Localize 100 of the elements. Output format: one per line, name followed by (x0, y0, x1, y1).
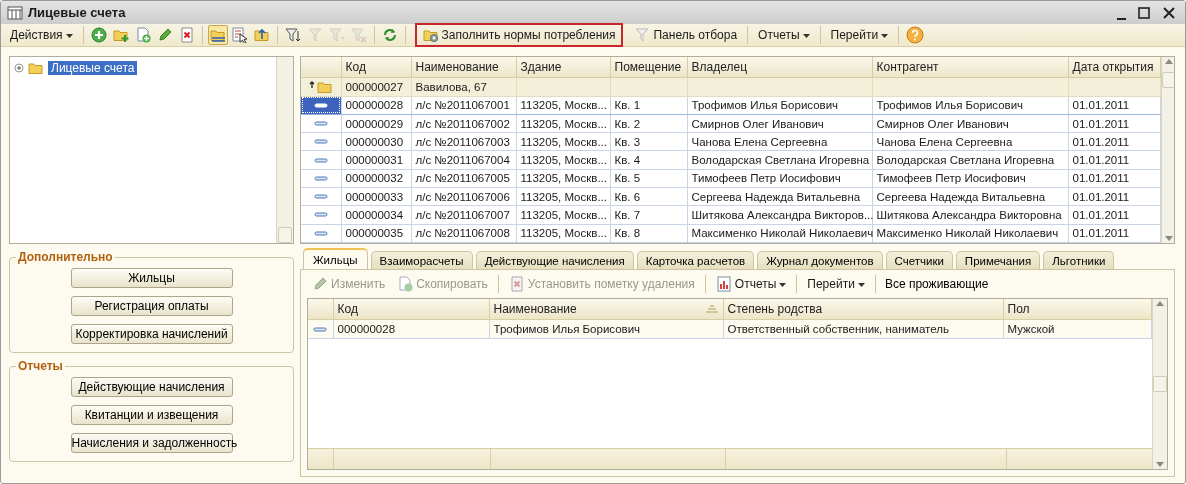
fill-norms-button[interactable]: Заполнить нормы потребления (414, 23, 624, 47)
column-header[interactable]: Наименование (489, 299, 723, 320)
scroll-thumb[interactable] (278, 227, 292, 243)
table-cell: 113205, Москв... (520, 227, 607, 240)
delete-icon (508, 276, 525, 292)
column-header[interactable]: Наименование (411, 57, 516, 78)
table-row[interactable]: 000000027 Вавилова, 67 (301, 77, 1160, 97)
tab[interactable]: Примечания (955, 251, 1041, 269)
folder-up-icon (253, 27, 270, 43)
scroll-thumb[interactable] (1161, 72, 1174, 88)
table-cell: Шитякова Александра Викторов... (691, 208, 874, 221)
column-header[interactable]: Степень родства (723, 299, 1003, 320)
table-cell: 01.01.2011 (1072, 154, 1130, 167)
select-icon (231, 27, 248, 43)
scrollbar[interactable] (1151, 299, 1167, 469)
table-cell: Трофимов Илья Борисович (691, 99, 839, 112)
column-header[interactable]: Здание (516, 57, 610, 78)
action-button[interactable]: Регистрация оплаты (70, 296, 233, 316)
filter-icon (306, 27, 323, 43)
action-button[interactable]: Корректировка начислений (70, 324, 233, 344)
column-header[interactable]: Код (341, 57, 411, 78)
table-row[interactable]: 000000030 л/с №2011067003 113205, Москв... Кв. 3 Чанова Елена Сергеевна Чанова Елена Сергеевна 01.01.2011 (301, 132, 1160, 151)
table-cell: 113205, Москв... (520, 117, 607, 130)
close-icon (1162, 5, 1176, 20)
row-icon (313, 138, 328, 146)
table-cell: л/с №2011067003 (415, 135, 510, 148)
table-cell: Володарская Светлана Игоревна (876, 154, 1055, 167)
table-row[interactable]: 000000033 л/с №2011067006 113205, Москв... Кв. 6 Сергеева Надежда Витальевна Сергеева Надежда Витальевна 01.01.2011 (301, 187, 1160, 206)
folder-add-icon (112, 27, 129, 43)
table-cell: Кв. 2 (614, 117, 641, 130)
caret-icon (779, 281, 787, 287)
scroll-thumb[interactable] (1152, 376, 1167, 392)
table-row[interactable]: 000000031 л/с №2011067004 113205, Москв... Кв. 4 Володарская Светлана Игоревна Володарская Светлана Игоревна 01.01.2011 (301, 150, 1160, 170)
table-row[interactable]: 000000032 л/с №2011067005 113205, Москв... Кв. 5 Тимофеев Петр Иосифович Тимофеев Петр Иосифович 01.01.2011 (301, 169, 1160, 188)
filter-panel-button[interactable]: Панель отбора (629, 25, 743, 45)
table-cell: 000000028 (337, 323, 396, 335)
scrollbar[interactable] (276, 57, 293, 243)
table-cell: Чанова Елена Сергеевна (876, 135, 1013, 148)
toolbar-button[interactable] (282, 25, 303, 45)
row-icon (313, 211, 328, 219)
table-row[interactable]: 000000028 Трофимов Илья Борисович Ответственный собственник, наниматель Мужской (308, 319, 1151, 339)
toolbar-button[interactable] (207, 25, 228, 45)
toolbar-button[interactable] (229, 25, 250, 45)
table-cell: л/с №2011067002 (415, 117, 510, 130)
scroll-down-icon (1154, 460, 1165, 469)
table-cell: 000000030 (345, 135, 404, 148)
toolbar-menu[interactable]: Перейти (825, 26, 894, 44)
column-header[interactable]: Контрагент (872, 57, 1068, 78)
table-row[interactable]: 000000034 л/с №2011067007 113205, Москв... Кв. 7 Шитякова Александра Викторов... Шитякова Александра Викторовна 01.01.2011 (301, 205, 1160, 225)
action-button[interactable]: Квитанции и извещения (70, 405, 233, 425)
tab[interactable]: Взаиморасчеты (370, 251, 473, 269)
maximize-icon (1137, 5, 1151, 20)
copy-icon (397, 276, 414, 292)
table-cell: Тимофеев Петр Иосифович (876, 172, 1026, 185)
tab[interactable]: Журнал документов (757, 251, 883, 269)
action-button[interactable]: Действующие начисления (70, 377, 233, 397)
table-cell: Кв. 7 (614, 208, 641, 221)
action-button[interactable]: Жильцы (70, 268, 233, 288)
column-header[interactable]: Дата открытия (1068, 57, 1160, 78)
table-cell: 000000033 (345, 190, 404, 203)
table-cell: л/с №2011067008 (415, 227, 510, 240)
table-cell: Трофимов Илья Борисович (876, 99, 1024, 112)
table-cell: 01.01.2011 (1072, 208, 1130, 221)
table-cell: Ответственный собственник, наниматель (727, 323, 949, 335)
column-header[interactable]: Пол (1003, 299, 1151, 320)
tab[interactable]: Действующие начисления (475, 251, 634, 269)
scroll-up-icon (1163, 57, 1174, 66)
actions-menu[interactable]: Действия (5, 26, 78, 44)
copy-icon (134, 27, 151, 43)
filter-icon (634, 27, 651, 43)
row-icon (313, 174, 328, 182)
all-residents-button[interactable]: Все проживающие (880, 276, 993, 292)
column-header[interactable]: Владелец (687, 57, 872, 78)
column-header[interactable]: Код (333, 299, 489, 320)
tab[interactable]: Льготники (1043, 251, 1115, 269)
tab[interactable]: Карточка расчетов (636, 251, 755, 269)
table-row[interactable]: 000000028 л/с №2011067001 113205, Москв... Кв. 1 Трофимов Илья Борисович Трофимов Илья Борисович 01.01.2011 (301, 96, 1160, 115)
toolbar-button[interactable] (88, 25, 109, 45)
tab[interactable]: Счетчики (885, 251, 953, 269)
table-cell: 000000029 (345, 117, 404, 130)
toolbar-menu[interactable]: Перейти (802, 275, 870, 293)
table-cell: Володарская Светлана Игоревна (691, 154, 870, 167)
refresh-icon (381, 27, 398, 43)
toolbar-menu[interactable]: Отчеты (753, 26, 815, 44)
table-cell: Шитякова Александра Викторовна (876, 208, 1062, 221)
minimize-icon (1117, 17, 1126, 20)
table-cell: 113205, Москв... (520, 99, 607, 112)
table-cell: 113205, Москв... (520, 208, 607, 221)
toolbar-menu[interactable]: Отчеты (710, 274, 792, 294)
tab[interactable]: Жильцы (303, 248, 368, 269)
table-row[interactable]: 000000029 л/с №2011067002 113205, Москв... Кв. 2 Смирнов Олег Иванович Смирнов Олег Иванович 01.01.2011 (301, 114, 1160, 133)
table-cell: Мужской (1007, 323, 1055, 335)
folder-gear-icon (422, 27, 439, 43)
row-icon (313, 229, 328, 237)
help-button[interactable] (904, 24, 927, 46)
table-cell: 01.01.2011 (1072, 227, 1130, 240)
column-header[interactable]: Помещение (610, 57, 687, 78)
table-row[interactable]: 000000035 л/с №2011067008 113205, Москв... Кв. 8 Максименко Николай Николаевич Максименко Николай Николаевич 01.01.2011 (301, 224, 1160, 243)
tree-item[interactable]: Лицевые счета (48, 61, 138, 75)
table-cell: 113205, Москв... (520, 190, 607, 203)
